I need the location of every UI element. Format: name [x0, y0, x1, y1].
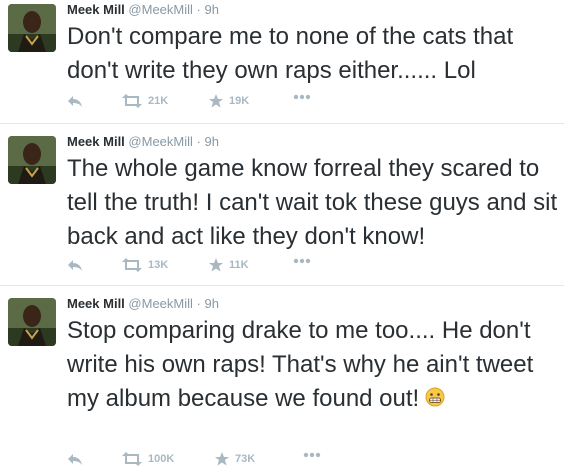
author-handle[interactable]: @MeekMill	[128, 2, 192, 17]
retweet-button[interactable]: 21K	[122, 94, 168, 108]
avatar-photo-icon	[8, 298, 56, 346]
tweet-actions: 21K 19K	[67, 94, 367, 114]
separator-dot: ·	[196, 134, 201, 149]
tweet-time[interactable]: 9h	[205, 2, 219, 17]
tweet-text-container: Stop comparing drake to me too.... He do…	[67, 314, 562, 417]
retweet-button[interactable]: 13K	[122, 258, 168, 272]
tweet-header: Meek Mill @MeekMill · 9h	[67, 134, 219, 149]
retweet-icon	[122, 258, 142, 272]
favorite-count: 11K	[229, 259, 249, 271]
more-icon	[293, 258, 311, 264]
tweet[interactable]: Meek Mill @MeekMill · 9h The whole game …	[0, 132, 564, 286]
tweet-text: Stop comparing drake to me too.... He do…	[67, 317, 534, 412]
author-handle[interactable]: @MeekMill	[128, 134, 192, 149]
retweet-count: 13K	[148, 259, 169, 271]
divider	[0, 285, 564, 286]
favorite-button[interactable]: 19K	[209, 94, 249, 108]
reply-button[interactable]	[67, 452, 83, 466]
tweet-header: Meek Mill @MeekMill · 9h	[67, 2, 219, 17]
avatar-photo-icon	[8, 4, 56, 52]
tweet-time[interactable]: 9h	[205, 134, 219, 149]
separator-dot: ·	[196, 296, 201, 311]
reply-button[interactable]	[67, 258, 83, 272]
tweet-actions: 100K 73K	[67, 452, 367, 472]
more-icon	[293, 94, 311, 100]
favorite-button[interactable]: 73K	[215, 452, 255, 466]
more-button[interactable]	[303, 452, 321, 458]
tweet-text: The whole game know forreal they scared …	[67, 155, 558, 250]
author-name[interactable]: Meek Mill	[67, 2, 125, 17]
favorite-count: 73K	[235, 453, 256, 465]
author-name[interactable]: Meek Mill	[67, 296, 125, 311]
author-name[interactable]: Meek Mill	[67, 134, 125, 149]
more-button[interactable]	[293, 258, 311, 264]
avatar-photo-icon	[8, 136, 56, 184]
star-icon	[209, 258, 223, 272]
tweet-actions: 13K 11K	[67, 258, 367, 278]
grinning-face-emoji-icon	[425, 383, 445, 417]
retweet-button[interactable]: 100K	[122, 452, 174, 466]
retweet-count: 100K	[148, 453, 175, 465]
star-icon	[209, 94, 223, 108]
favorite-button[interactable]: 11K	[209, 258, 249, 272]
separator-dot: ·	[196, 2, 201, 17]
reply-button[interactable]	[67, 94, 83, 108]
tweet[interactable]: Meek Mill @MeekMill · 9h Don't compare m…	[0, 0, 564, 124]
more-button[interactable]	[293, 94, 311, 100]
retweet-icon	[122, 452, 142, 466]
tweet-header: Meek Mill @MeekMill · 9h	[67, 296, 219, 311]
tweet-time[interactable]: 9h	[205, 296, 219, 311]
reply-icon	[68, 454, 82, 465]
reply-icon	[68, 96, 82, 107]
retweet-count: 21K	[148, 95, 169, 107]
favorite-count: 19K	[229, 95, 250, 107]
star-icon	[215, 452, 229, 466]
avatar[interactable]	[8, 136, 56, 184]
author-handle[interactable]: @MeekMill	[128, 296, 192, 311]
avatar[interactable]	[8, 4, 56, 52]
more-icon	[303, 452, 321, 458]
tweet-text: Don't compare me to none of the cats tha…	[67, 23, 514, 84]
tweet[interactable]: Meek Mill @MeekMill · 9h Stop comparing …	[0, 294, 564, 473]
divider	[0, 123, 564, 124]
retweet-icon	[122, 94, 142, 108]
reply-icon	[68, 260, 82, 271]
avatar[interactable]	[8, 298, 56, 346]
